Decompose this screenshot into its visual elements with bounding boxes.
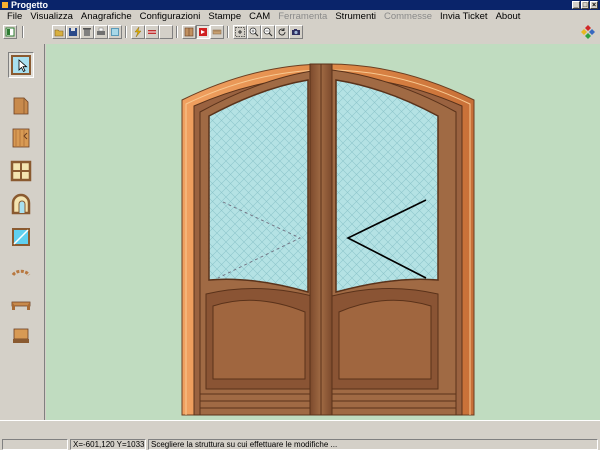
menu-bar: File Visualizza Anagrafiche Configurazio… <box>0 10 600 24</box>
toolbar <box>0 24 600 40</box>
left-tool-lintel[interactable] <box>8 290 34 316</box>
toolbar-blank-button[interactable] <box>159 25 173 39</box>
menu-file[interactable]: File <box>3 10 26 24</box>
toolbar-preview-button[interactable] <box>108 25 122 39</box>
measure-icon <box>212 29 222 35</box>
app-icon <box>2 2 8 8</box>
left-tool-sill[interactable] <box>8 323 34 349</box>
left-tool-arch[interactable] <box>8 257 34 283</box>
lintel-tool-icon <box>11 301 31 310</box>
new-icon <box>5 27 15 37</box>
left-toolbar <box>0 44 45 420</box>
lightning-icon <box>134 27 142 37</box>
brand-logo-icon <box>581 25 595 39</box>
left-tool-frame[interactable] <box>8 158 34 184</box>
menu-ferramenta[interactable]: Ferramenta <box>274 10 331 24</box>
arch-tool-icon <box>11 269 31 276</box>
toolbar-cut-button[interactable] <box>145 25 159 39</box>
status-bar: X=-601,120 Y=1033,103 Scegliere la strut… <box>0 438 600 450</box>
toolbar-separator <box>22 26 24 38</box>
menu-anagrafiche[interactable]: Anagrafiche <box>77 10 136 24</box>
toolbar-separator <box>227 26 229 38</box>
glass-tool-icon <box>12 228 30 246</box>
menu-commesse[interactable]: Commesse <box>380 10 436 24</box>
left-tool-wood-profile[interactable] <box>8 125 34 151</box>
frame-tool-icon <box>10 160 32 182</box>
drawing-canvas[interactable] <box>46 44 600 420</box>
toolbar-save-button[interactable] <box>66 25 80 39</box>
left-tool-select[interactable] <box>8 52 34 78</box>
arch-frame-tool-icon <box>11 193 31 215</box>
blank-icon <box>161 27 171 37</box>
open-door-icon <box>184 27 194 37</box>
menu-configurazioni[interactable]: Configurazioni <box>136 10 205 24</box>
toolbar-refresh-button[interactable] <box>275 25 289 39</box>
menu-about[interactable]: About <box>492 10 525 24</box>
title-bar: Progetto _ □ × <box>0 0 600 10</box>
refresh-icon <box>278 28 286 36</box>
toolbar-camera-button[interactable] <box>289 25 303 39</box>
open-folder-icon <box>54 29 64 37</box>
toolbar-open-door-button[interactable] <box>182 25 196 39</box>
zoom-window-icon <box>235 27 245 37</box>
zoom-out-icon <box>263 27 273 37</box>
toolbar-zoom-window-button[interactable] <box>233 25 247 39</box>
minimize-button[interactable]: _ <box>572 1 580 9</box>
status-coordinates: X=-601,120 Y=1033,103 <box>70 439 146 450</box>
print-icon <box>97 27 105 35</box>
toolbar-select-structure-button[interactable] <box>196 25 210 39</box>
horizontal-scrollbar[interactable] <box>0 420 600 438</box>
toolbar-delete-button[interactable] <box>80 25 94 39</box>
toolbar-new-button[interactable] <box>3 25 17 39</box>
save-icon <box>69 28 77 36</box>
door-drawing[interactable] <box>46 44 600 420</box>
right-glass-pane <box>335 79 439 293</box>
camera-icon <box>292 29 300 35</box>
toolbar-zoom-in-button[interactable] <box>247 25 261 39</box>
menu-strumenti[interactable]: Strumenti <box>331 10 380 24</box>
menu-cam[interactable]: CAM <box>245 10 274 24</box>
menu-invia-ticket[interactable]: Invia Ticket <box>436 10 492 24</box>
delete-icon <box>83 28 91 36</box>
left-glass-pane <box>208 79 309 293</box>
toolbar-print-button[interactable] <box>94 25 108 39</box>
profile-tool-icon <box>13 97 29 115</box>
left-tool-profile[interactable] <box>8 92 34 118</box>
sill-tool-icon <box>13 328 29 343</box>
left-tool-arch-frame[interactable] <box>8 191 34 217</box>
status-empty-cell <box>2 439 68 450</box>
wood-profile-tool-icon <box>12 128 30 148</box>
preview-icon <box>111 28 119 36</box>
toolbar-separator <box>125 26 127 38</box>
close-button[interactable]: × <box>590 1 598 9</box>
toolbar-lightning-button[interactable] <box>131 25 145 39</box>
menu-visualizza[interactable]: Visualizza <box>26 10 77 24</box>
select-tool-icon <box>11 55 31 75</box>
toolbar-measure-button[interactable] <box>210 25 224 39</box>
menu-stampe[interactable]: Stampe <box>204 10 245 24</box>
toolbar-separator <box>176 26 178 38</box>
window-title: Progetto <box>11 0 48 10</box>
toolbar-zoom-out-button[interactable] <box>261 25 275 39</box>
toolbar-open-button[interactable] <box>52 25 66 39</box>
cut-icon <box>148 30 156 34</box>
maximize-button[interactable]: □ <box>581 1 589 9</box>
left-tool-glass[interactable] <box>8 224 34 250</box>
status-message: Scegliere la struttura su cui effettuare… <box>148 439 598 450</box>
zoom-in-icon <box>249 27 259 37</box>
red-arrow-icon <box>199 28 207 36</box>
